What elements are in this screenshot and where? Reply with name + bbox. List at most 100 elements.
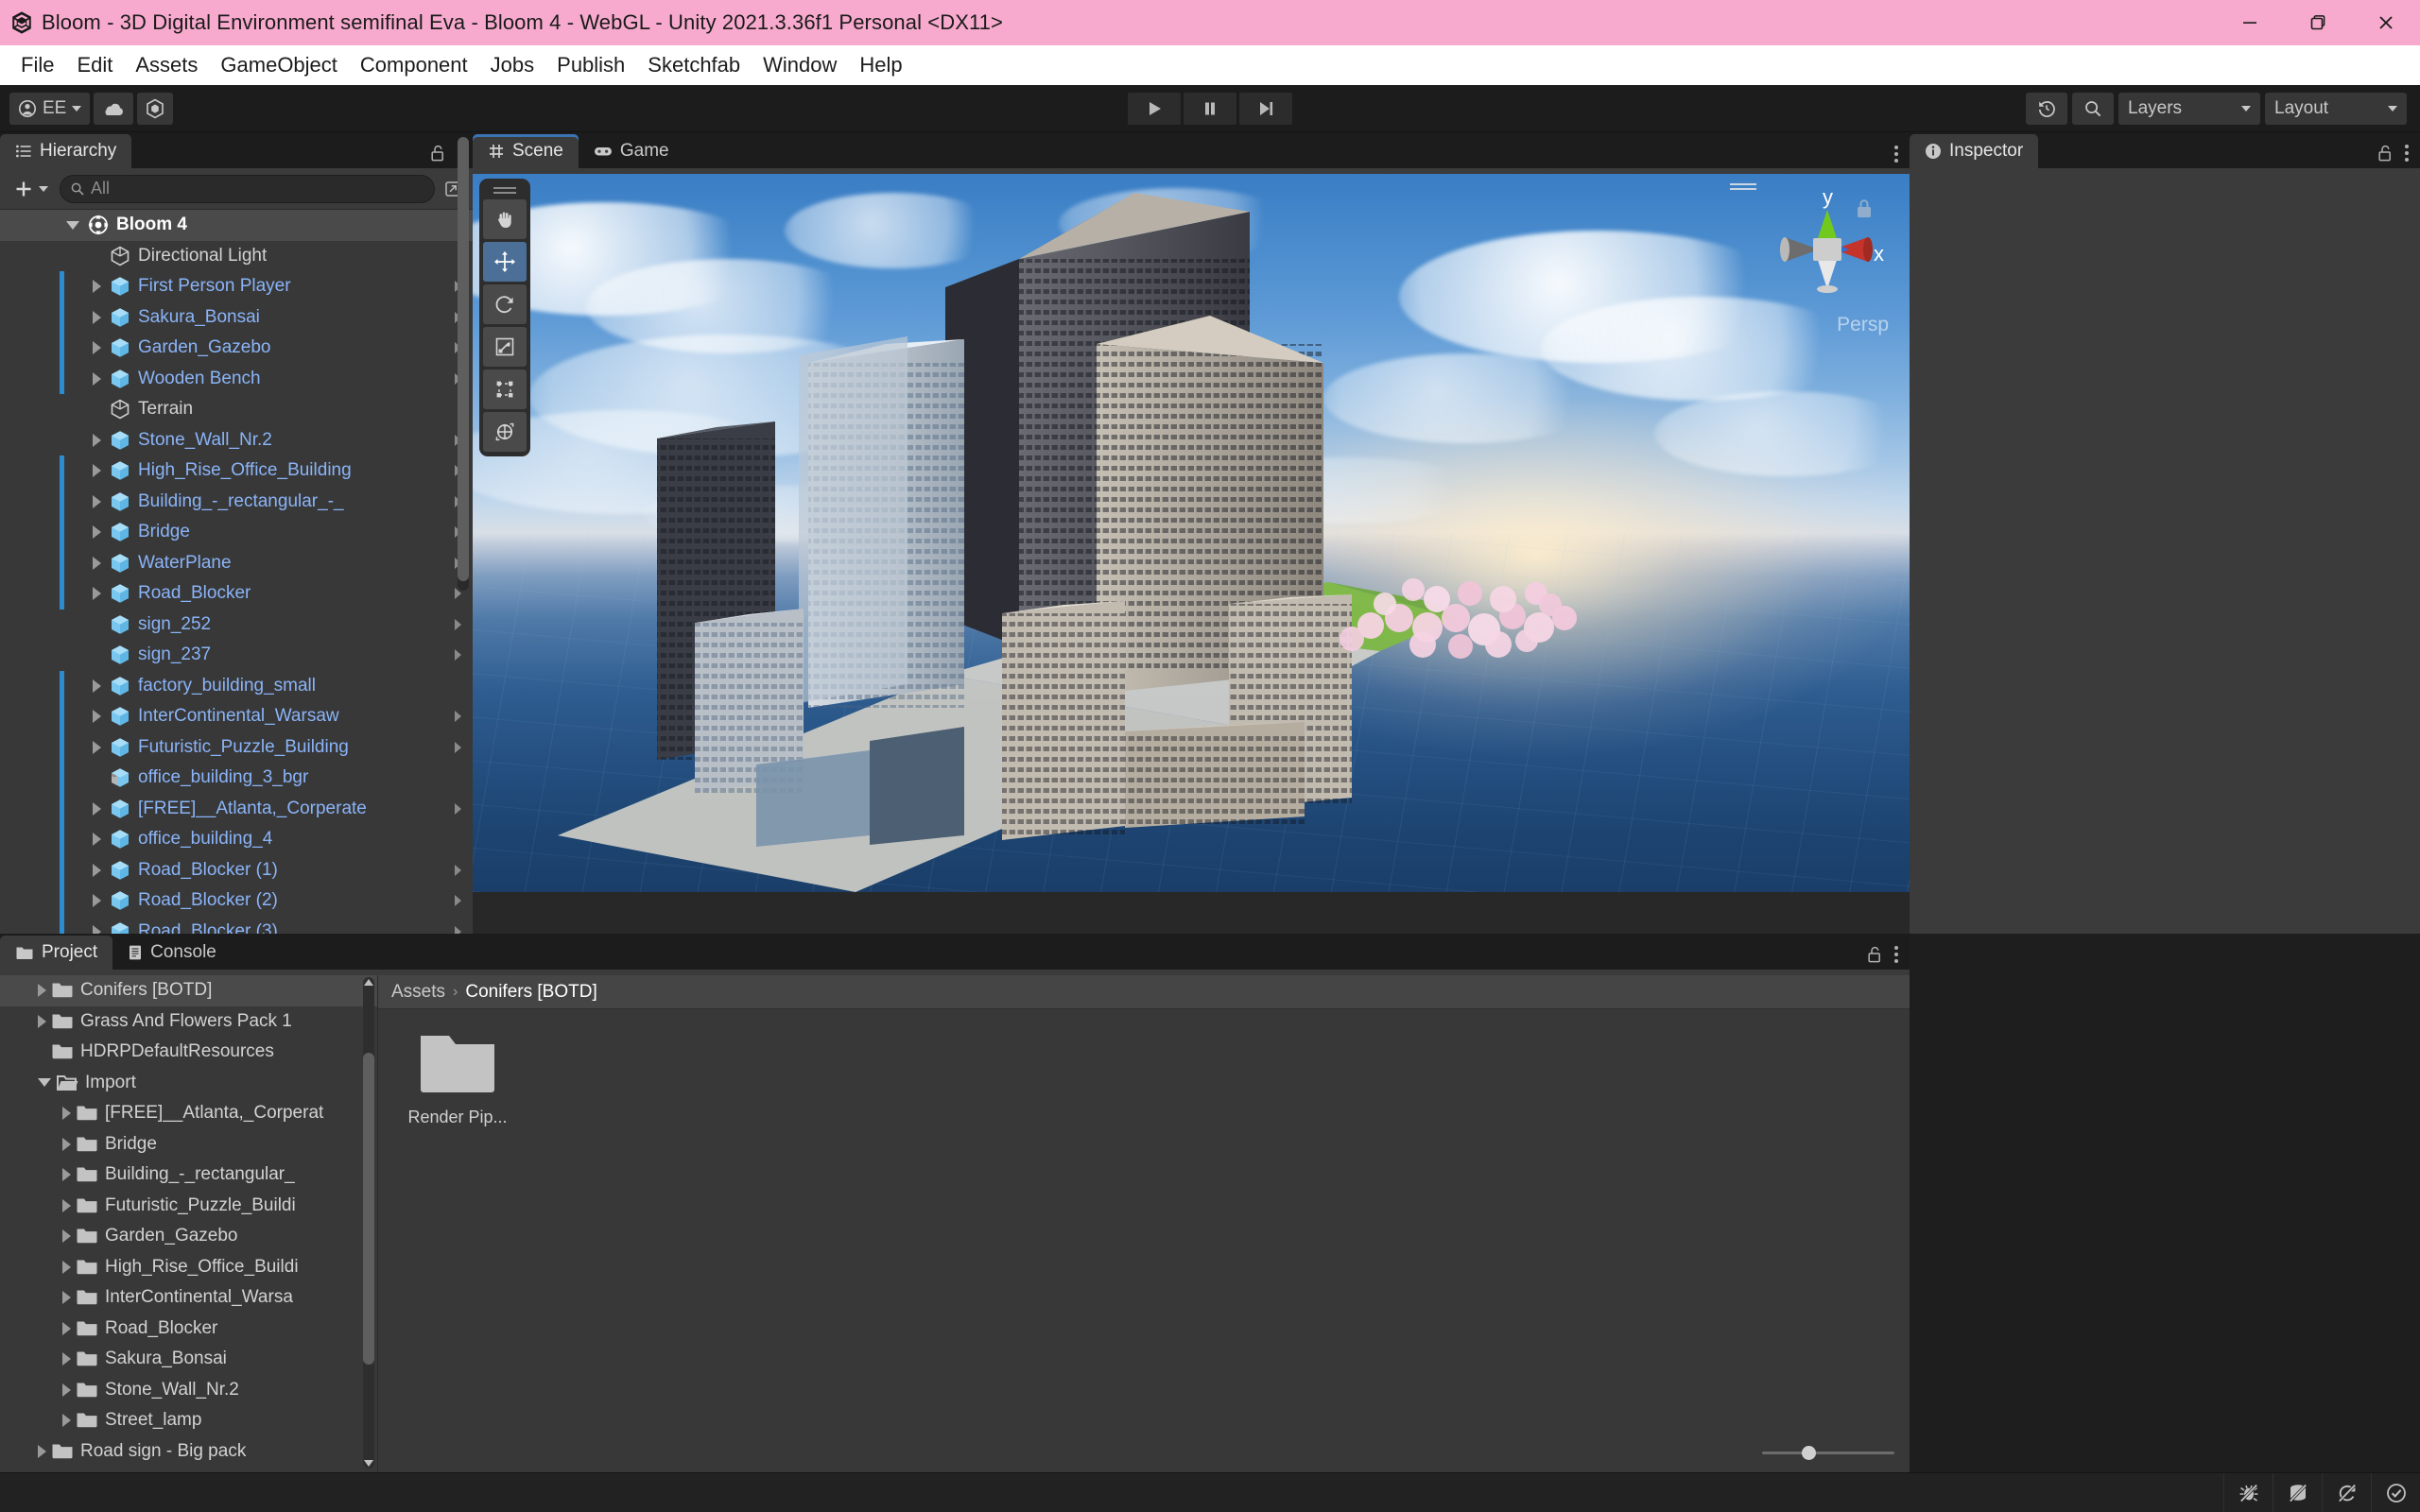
expand-toggle-icon[interactable] <box>93 433 101 447</box>
hierarchy-item-bloom-4[interactable]: Bloom 4 <box>0 210 473 241</box>
expand-toggle-icon[interactable] <box>93 280 101 294</box>
expand-toggle-icon[interactable] <box>62 1414 71 1428</box>
layers-dropdown[interactable]: Layers <box>2118 92 2260 125</box>
expand-toggle-icon[interactable] <box>93 924 101 934</box>
scroll-up-arrow[interactable] <box>364 979 373 986</box>
lock-open-icon[interactable] <box>1866 945 1883 964</box>
expand-toggle-icon[interactable] <box>38 984 46 998</box>
menu-help[interactable]: Help <box>848 45 913 85</box>
hierarchy-list[interactable]: Bloom 4 Directional Light First Person Pla… <box>0 210 473 934</box>
expand-toggle-icon[interactable] <box>93 525 101 540</box>
hierarchy-scrollbar-thumb[interactable] <box>458 137 469 581</box>
expand-toggle-icon[interactable] <box>93 710 101 724</box>
chevron-right-icon[interactable] <box>455 741 461 753</box>
hierarchy-item-terrain[interactable]: Terrain <box>0 394 473 425</box>
project-folder-road-sign-big-pack[interactable]: Road sign - Big pack <box>0 1436 377 1468</box>
hierarchy-item-factory-building-small[interactable]: factory_building_small <box>0 670 473 701</box>
expand-toggle-icon[interactable] <box>38 1014 46 1028</box>
expand-toggle-icon[interactable] <box>62 1198 71 1212</box>
tab-scene[interactable]: Scene <box>473 134 579 168</box>
project-folder-high-rise-office-buildi[interactable]: High_Rise_Office_Buildi <box>0 1252 377 1283</box>
chevron-right-icon[interactable] <box>455 802 461 815</box>
project-folder-street-lamp[interactable]: Street_lamp <box>0 1405 377 1436</box>
expand-toggle-icon[interactable] <box>66 220 79 230</box>
expand-toggle-icon[interactable] <box>93 740 101 754</box>
menu-assets[interactable]: Assets <box>124 45 209 85</box>
overlay-drag-handle[interactable] <box>483 182 527 198</box>
hierarchy-item-bridge[interactable]: Bridge <box>0 517 473 548</box>
hierarchy-item-high-rise-office-building[interactable]: High_Rise_Office_Building <box>0 455 473 487</box>
hierarchy-item-building-rectangular[interactable]: Building_-_rectangular_-_ <box>0 486 473 517</box>
menu-file[interactable]: File <box>9 45 65 85</box>
breadcrumb-assets[interactable]: Assets <box>391 982 445 1003</box>
project-folder-hdrpdefaultresources[interactable]: HDRPDefaultResources <box>0 1037 377 1068</box>
gizmo-drag-handle[interactable] <box>1730 183 1756 190</box>
chevron-right-icon[interactable] <box>455 618 461 630</box>
cloud-button[interactable] <box>94 92 134 125</box>
project-folder-grass-and-flowers-pack-1[interactable]: Grass And Flowers Pack 1 <box>0 1006 377 1038</box>
expand-toggle-icon[interactable] <box>93 587 101 601</box>
expand-toggle-icon[interactable] <box>93 863 101 877</box>
expand-toggle-icon[interactable] <box>93 494 101 508</box>
project-folder-import[interactable]: Import <box>0 1068 377 1099</box>
rect-tool-button[interactable] <box>483 369 527 409</box>
expand-toggle-icon[interactable] <box>62 1352 71 1366</box>
hierarchy-item-road-blocker[interactable]: Road_Blocker <box>0 578 473 610</box>
expand-toggle-icon[interactable] <box>62 1260 71 1274</box>
project-folder-futuristic-puzzle-buildi[interactable]: Futuristic_Puzzle_Buildi <box>0 1191 377 1222</box>
step-button[interactable] <box>1239 92 1292 125</box>
expand-toggle-icon[interactable] <box>93 341 101 355</box>
scale-tool-button[interactable] <box>483 327 527 367</box>
hierarchy-search-input[interactable] <box>91 179 424 198</box>
menu-edit[interactable]: Edit <box>65 45 124 85</box>
project-folder-rows[interactable]: Conifers [BOTD] Grass And Flowers Pack 1 H… <box>0 975 377 1467</box>
asset-item[interactable]: Render Pip... <box>401 1030 514 1127</box>
expand-toggle-icon[interactable] <box>38 1444 46 1458</box>
expand-toggle-icon[interactable] <box>93 894 101 908</box>
hierarchy-item-futuristic-puzzle-building[interactable]: Futuristic_Puzzle_Building <box>0 731 473 763</box>
expand-toggle-icon[interactable] <box>62 1291 71 1305</box>
chevron-right-icon[interactable] <box>455 895 461 907</box>
tab-inspector[interactable]: Inspector <box>1910 134 2039 168</box>
expand-toggle-icon[interactable] <box>38 1078 51 1088</box>
hierarchy-item-wooden-bench[interactable]: Wooden Bench <box>0 363 473 394</box>
code-optimization-button[interactable] <box>2371 1473 2420 1512</box>
project-folder-tree[interactable]: Conifers [BOTD] Grass And Flowers Pack 1 H… <box>0 975 378 1472</box>
expand-toggle-icon[interactable] <box>62 1383 71 1397</box>
menu-component[interactable]: Component <box>349 45 479 85</box>
minimize-button[interactable] <box>2216 0 2284 45</box>
hierarchy-item-road-blocker-1[interactable]: Road_Blocker (1) <box>0 854 473 885</box>
slider-knob[interactable] <box>1802 1445 1816 1460</box>
project-folder-sakura-bonsai[interactable]: Sakura_Bonsai <box>0 1344 377 1375</box>
hierarchy-add-button[interactable] <box>8 179 54 199</box>
hierarchy-item-sign-252[interactable]: sign_252 <box>0 610 473 641</box>
hand-tool-button[interactable] <box>483 199 527 239</box>
menu-gameobject[interactable]: GameObject <box>209 45 349 85</box>
project-folder-intercontinental-warsa[interactable]: InterContinental_Warsa <box>0 1282 377 1314</box>
close-button[interactable] <box>2352 0 2420 45</box>
tab-console[interactable]: Console <box>112 936 232 970</box>
hierarchy-item-office-building-4[interactable]: office_building_4 <box>0 824 473 855</box>
expand-toggle-icon[interactable] <box>93 801 101 816</box>
expand-toggle-icon[interactable] <box>62 1107 71 1121</box>
inspector-menu-button[interactable] <box>2405 145 2409 162</box>
menu-sketchfab[interactable]: Sketchfab <box>636 45 752 85</box>
auto-refresh-button[interactable] <box>2322 1473 2371 1512</box>
expand-toggle-icon[interactable] <box>62 1168 71 1182</box>
project-folder-free-atlanta-corperat[interactable]: [FREE]__Atlanta,_Corperat <box>0 1098 377 1129</box>
expand-toggle-icon[interactable] <box>93 833 101 847</box>
scroll-down-arrow[interactable] <box>364 1460 373 1467</box>
layout-dropdown[interactable]: Layout <box>2265 92 2407 125</box>
hierarchy-search-field[interactable] <box>60 174 435 203</box>
cache-server-button[interactable] <box>2273 1473 2322 1512</box>
tab-hierarchy[interactable]: Hierarchy <box>0 134 132 168</box>
services-button[interactable] <box>137 92 174 125</box>
hierarchy-item-stone-wall-nr-2[interactable]: Stone_Wall_Nr.2 <box>0 425 473 456</box>
undo-history-button[interactable] <box>2026 92 2067 125</box>
transform-tool-button[interactable] <box>483 412 527 452</box>
project-folder-stone-wall-nr-2[interactable]: Stone_Wall_Nr.2 <box>0 1375 377 1406</box>
hierarchy-item-garden-gazebo[interactable]: Garden_Gazebo <box>0 333 473 364</box>
chevron-right-icon[interactable] <box>455 864 461 876</box>
hierarchy-item-free-atlanta-corperate[interactable]: [FREE]__Atlanta,_Corperate <box>0 793 473 824</box>
expand-toggle-icon[interactable] <box>93 371 101 386</box>
